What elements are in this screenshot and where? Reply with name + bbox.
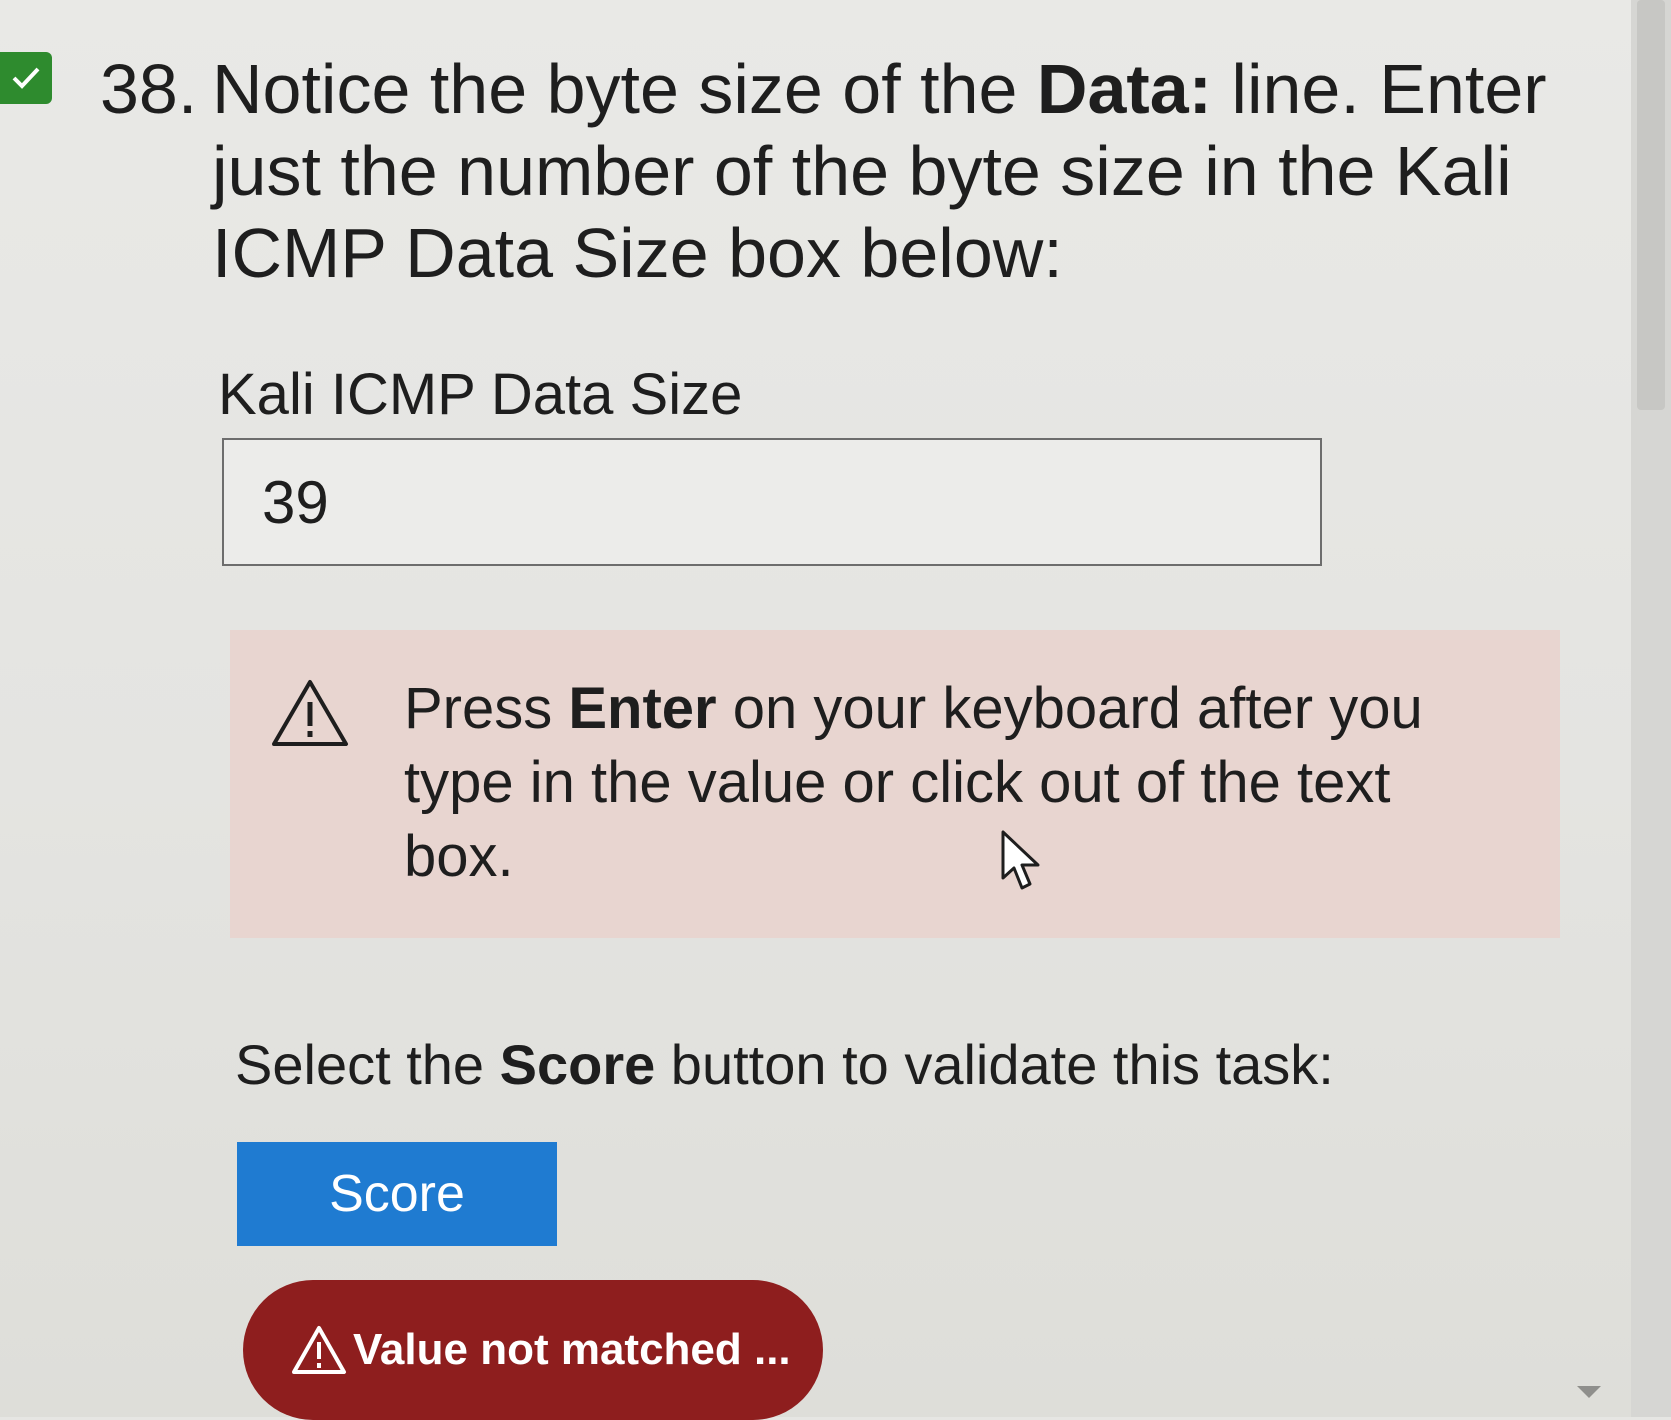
task-panel: 38. Notice the byte size of the Data: li…	[0, 0, 1671, 1420]
field-label: Kali ICMP Data Size	[218, 362, 743, 427]
scrollbar-thumb[interactable]	[1637, 0, 1665, 410]
icmp-data-size-input[interactable]	[222, 438, 1322, 566]
warning-triangle-icon	[292, 1326, 346, 1374]
question: 38. Notice the byte size of the Data: li…	[100, 48, 1600, 294]
warning-triangle-icon	[270, 672, 370, 938]
status-text: Value not matched ...	[353, 1325, 791, 1374]
vertical-scrollbar[interactable]	[1631, 0, 1671, 1417]
score-instruction-bold-term: Score	[499, 1033, 656, 1096]
score-button[interactable]: Score	[237, 1142, 557, 1246]
warning-bold-term: Enter	[568, 676, 717, 741]
score-instruction: Select the Score button to validate this…	[235, 1033, 1334, 1096]
mouse-pointer-icon	[1001, 830, 1040, 890]
question-bold-term: Data:	[1036, 50, 1212, 128]
warning-notice: Press Enter on your keyboard after you t…	[230, 630, 1560, 938]
question-number: 38.	[100, 50, 198, 128]
question-text: Notice the byte size of the Data: line. …	[212, 50, 1547, 292]
status-badge: Value not matched ...	[243, 1280, 823, 1420]
scroll-down-arrow-icon[interactable]	[1577, 1386, 1601, 1398]
warning-text: Press Enter on your keyboard after you t…	[404, 676, 1423, 889]
completed-check-icon	[0, 52, 52, 104]
